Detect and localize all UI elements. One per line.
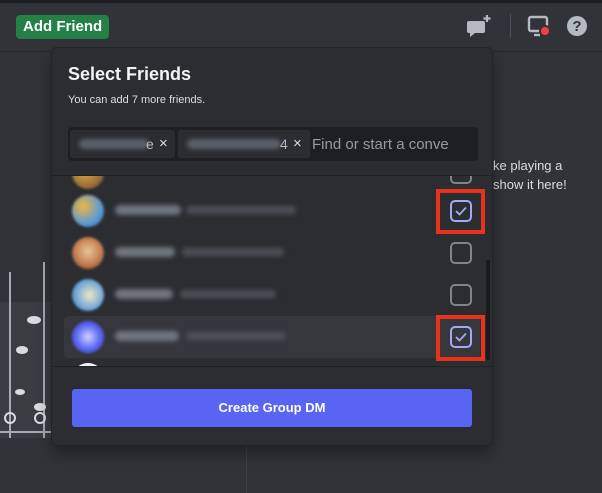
top-bar: Add Friend ? xyxy=(0,0,602,52)
list-item[interactable] xyxy=(64,316,480,358)
list-item[interactable] xyxy=(64,274,480,316)
friend-name-blurred xyxy=(115,205,181,215)
add-friend-button[interactable]: Add Friend xyxy=(16,15,110,39)
create-group-dm-button[interactable]: Create Group DM xyxy=(72,389,472,427)
friend-list[interactable] xyxy=(52,176,492,366)
friend-name-blurred xyxy=(115,247,175,257)
friend-name-blurred xyxy=(115,331,179,341)
friend-checkbox[interactable] xyxy=(450,176,472,184)
activity-line-2: show it here! xyxy=(493,177,567,192)
chip-remove-icon[interactable]: × xyxy=(293,135,302,152)
avatar xyxy=(72,237,104,269)
friend-tag-blurred xyxy=(180,290,276,298)
friend-tag-blurred xyxy=(186,206,296,214)
help-icon[interactable]: ? xyxy=(565,14,589,38)
list-scrollbar[interactable] xyxy=(486,260,490,360)
chip-name-blurred xyxy=(187,139,281,149)
chip-label-suffix: e xyxy=(146,136,154,152)
select-friends-popup: Select Friends You can add 7 more friend… xyxy=(51,47,493,446)
avatar xyxy=(72,279,104,311)
friend-name-blurred xyxy=(115,289,173,299)
highlight-box xyxy=(436,189,485,234)
selected-friend-chip[interactable]: 4 × xyxy=(178,130,310,158)
search-input[interactable] xyxy=(312,127,474,161)
friend-search-box[interactable]: e × 4 × xyxy=(68,127,478,161)
avatar xyxy=(72,176,104,189)
friend-checkbox[interactable] xyxy=(450,242,472,264)
toolbar-divider xyxy=(510,14,511,38)
chip-label-suffix: 4 xyxy=(280,136,288,152)
popup-subtitle: You can add 7 more friends. xyxy=(68,94,206,106)
list-item[interactable] xyxy=(64,358,480,366)
footer-divider xyxy=(52,366,492,367)
list-item[interactable] xyxy=(64,190,480,232)
background-divider xyxy=(246,445,247,493)
list-item[interactable] xyxy=(64,232,480,274)
highlight-box xyxy=(436,315,485,361)
friend-tag-blurred xyxy=(186,332,286,340)
selected-friend-chip[interactable]: e × xyxy=(70,130,175,158)
friend-checkbox[interactable] xyxy=(450,284,472,306)
empty-state-illustration xyxy=(0,262,52,438)
avatar xyxy=(72,321,104,353)
top-border xyxy=(0,0,602,3)
popup-title: Select Friends xyxy=(68,64,192,84)
activity-empty-text: ke playing a show it here! xyxy=(493,156,567,194)
chip-remove-icon[interactable]: × xyxy=(159,135,168,152)
friend-tag-blurred xyxy=(182,248,284,256)
activity-line-1: ke playing a xyxy=(493,158,563,173)
avatar xyxy=(72,195,104,227)
inbox-icon[interactable] xyxy=(527,14,551,38)
chip-name-blurred xyxy=(79,139,149,149)
svg-text:?: ? xyxy=(572,18,581,35)
new-group-dm-icon[interactable] xyxy=(466,14,491,38)
